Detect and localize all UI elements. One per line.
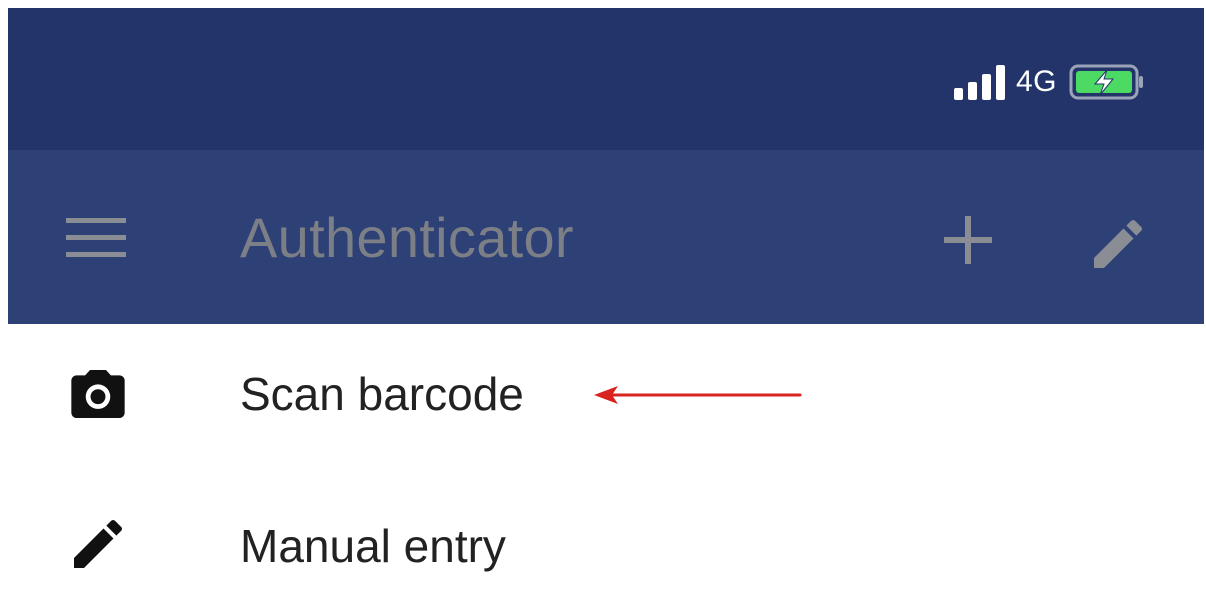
add-account-button[interactable] <box>934 208 1002 272</box>
battery-charging-icon <box>1069 64 1144 100</box>
signal-bars-icon <box>954 65 1005 100</box>
menu-item-manual-entry[interactable]: Manual entry <box>8 474 1204 606</box>
annotation-arrow <box>594 386 802 404</box>
camera-icon <box>62 358 134 430</box>
pencil-icon <box>1094 219 1143 268</box>
status-bar: 4G <box>8 8 1204 150</box>
app-screen: 4G Authenticator Scan barcode Manual ent… <box>8 8 1204 606</box>
menu-button[interactable] <box>60 210 132 266</box>
pencil-icon <box>62 508 134 580</box>
add-account-menu: Scan barcode Manual entry <box>8 324 1204 606</box>
page-title: Authenticator <box>240 206 574 269</box>
status-indicators: 4G <box>952 62 1147 102</box>
menu-item-label: Scan barcode <box>240 368 524 420</box>
edit-button[interactable] <box>1078 204 1158 284</box>
plus-icon <box>944 216 992 264</box>
network-type-label: 4G <box>1016 65 1058 98</box>
hamburger-menu-icon <box>66 218 126 257</box>
app-bar: Authenticator <box>8 150 1204 324</box>
menu-item-label: Manual entry <box>240 520 506 572</box>
